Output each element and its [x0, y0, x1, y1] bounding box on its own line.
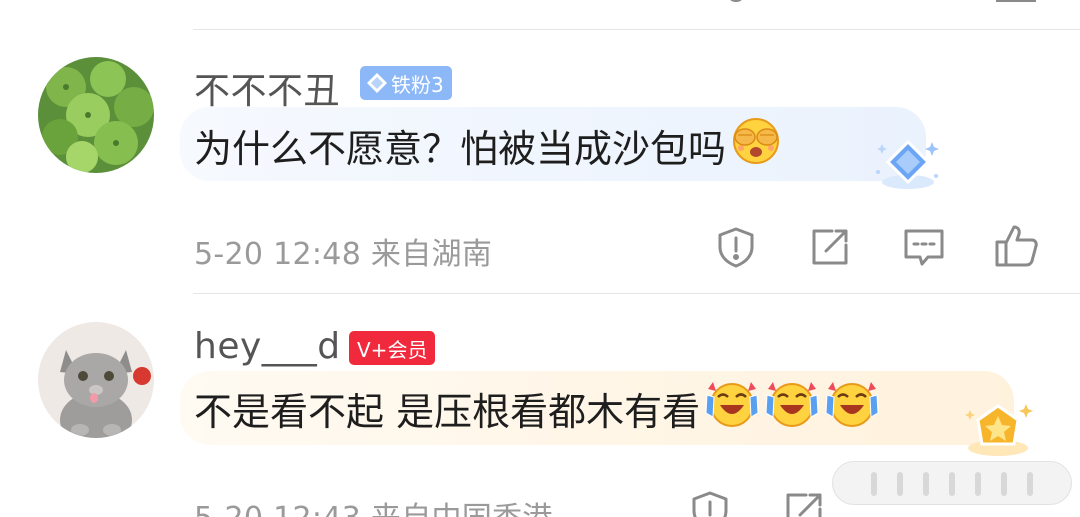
- comment-meta: 5-20 12:43 来自中国香港: [194, 493, 553, 517]
- comment-text: 为什么不愿意？怕被当成沙包吗: [194, 126, 727, 171]
- laughing-tears-emoji: [704, 377, 760, 440]
- fan-badge-label: 铁粉3: [391, 72, 444, 97]
- vip-badge-label: V+会员: [357, 337, 428, 362]
- fan-level-badge[interactable]: 铁粉3: [360, 66, 452, 100]
- vip-member-badge[interactable]: V+会员: [349, 331, 436, 365]
- share-icon[interactable]: [782, 489, 826, 517]
- like-icon[interactable]: [994, 223, 1038, 267]
- report-icon[interactable]: [714, 225, 758, 269]
- comment-divider: [193, 293, 1080, 294]
- avatar[interactable]: [38, 57, 154, 173]
- comment-text-row: 不是看不起 是压根看都木有看: [194, 380, 880, 436]
- previous-comment-icon-fragment: [996, 0, 1036, 2]
- avatar-plant-image: [38, 57, 154, 173]
- face-covering-eyes-emoji: [730, 115, 782, 176]
- laughing-tears-emoji: [824, 377, 880, 440]
- comment-text: 不是看不起 是压根看都木有看: [194, 389, 701, 434]
- report-icon[interactable]: [688, 489, 732, 517]
- diamond-icon: [367, 73, 387, 93]
- username[interactable]: hey___d: [194, 326, 341, 367]
- comment-text-row: 为什么不愿意？怕被当成沙包吗: [194, 117, 782, 173]
- bottom-scroll-bar[interactable]: [832, 461, 1072, 505]
- reply-icon[interactable]: [902, 225, 946, 269]
- avatar-kitten-image: [38, 322, 154, 438]
- share-icon[interactable]: [808, 225, 852, 269]
- laughing-tears-emoji: [764, 377, 820, 440]
- gold-vip-star-decoration: [958, 400, 1038, 466]
- previous-comment-icon-fragment: [726, 0, 746, 2]
- comment-meta: 5-20 12:48 来自湖南: [194, 237, 493, 272]
- blue-diamond-fan-decoration: [870, 136, 944, 200]
- comment-divider: [193, 29, 1080, 30]
- avatar[interactable]: [38, 322, 154, 438]
